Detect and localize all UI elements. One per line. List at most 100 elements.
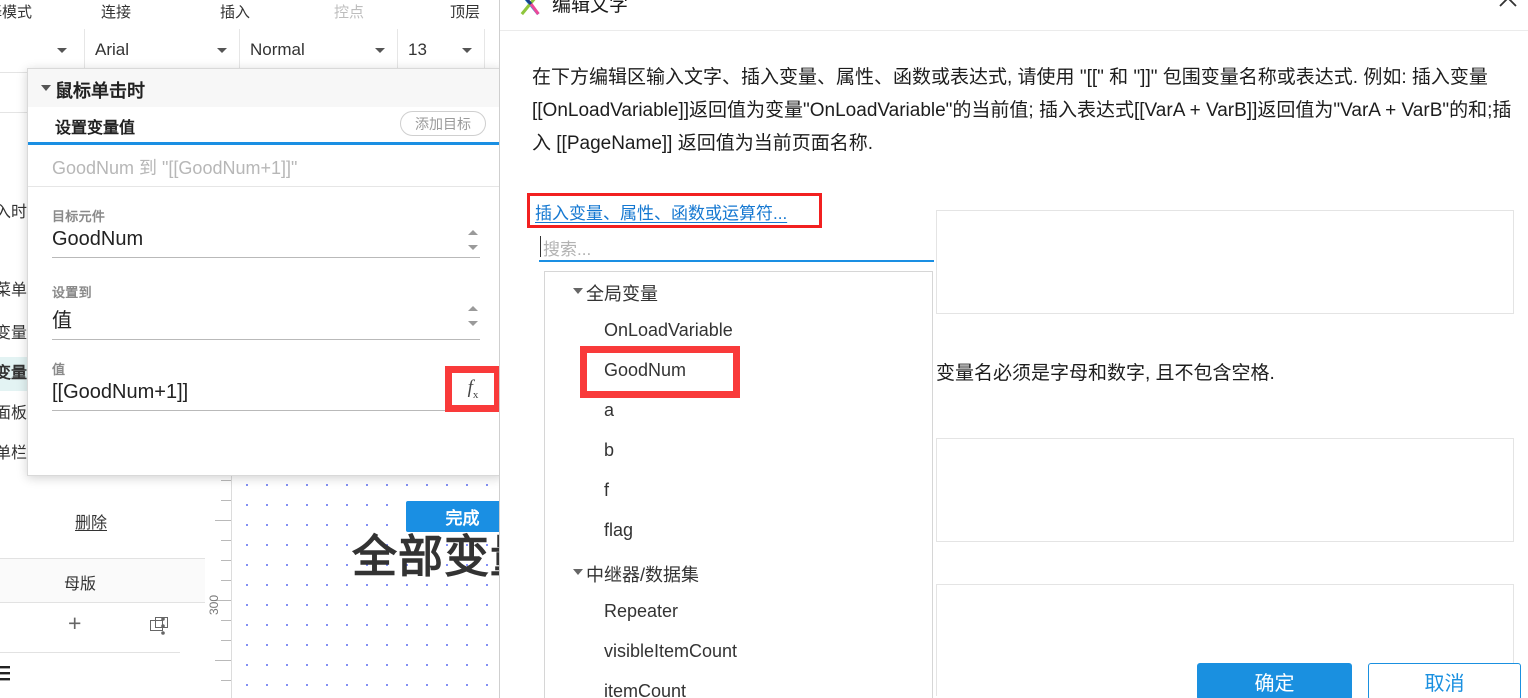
sidebar-item-contextmenu[interactable]: 右键菜单 [0, 274, 28, 308]
plus-icon[interactable]: + [68, 612, 81, 635]
hamburger-icon[interactable] [0, 665, 10, 683]
toolbar-item-label: 连接 [101, 4, 132, 21]
variable-name-note: 变量名必须是字母和数字, 且不包含空格. [936, 363, 1275, 384]
chevron-down-icon[interactable] [573, 569, 583, 575]
toolbar-item-insert[interactable]: 插入 [220, 1, 250, 22]
screen-root: 选择模式 连接 插入 控点 顶层 Arial Normal 13 [0, 0, 1528, 698]
tree-group-label: 中继器/数据集 [586, 565, 700, 585]
dialog-title: 编辑文字 [552, 0, 629, 16]
vertical-ruler: 300 [205, 470, 232, 698]
field-label: 目标元件 [52, 209, 106, 224]
insert-variable-link-highlight[interactable]: 插入变量、属性、函数或运算符... [527, 193, 822, 228]
font-family-dropdown[interactable]: Arial [85, 29, 240, 72]
fx-button-highlight[interactable]: fx [445, 366, 500, 412]
sidebar-item-show-menubar[interactable]: 显示菜单栏 [0, 437, 28, 471]
fx-icon: fx [467, 377, 479, 401]
format-toolbar: Arial Normal 13 [0, 29, 500, 73]
tree-group-label: 全局变量 [586, 284, 658, 304]
interaction-editor-popup: 鼠标单击时 设置变量值 添加目标 GoodNum 到 "[[GoodNum+1]… [27, 68, 500, 532]
divider [0, 72, 30, 73]
variable-search-input[interactable]: 搜索... [539, 233, 934, 262]
sidebar-item-onload[interactable]: 载入时 [0, 196, 28, 230]
tree-group-global-variables[interactable]: 全局变量 [545, 272, 934, 312]
ok-button[interactable]: 确定 [1197, 663, 1352, 698]
interaction-event-header[interactable]: 鼠标单击时 [28, 69, 500, 108]
masters-tab[interactable]: 母版 [0, 559, 205, 603]
sidebar-item-label: 元件库面板 [0, 405, 27, 422]
toolbar-item-label: 顶层 [450, 4, 481, 21]
field-value-wrap[interactable]: [[GoodNum+1]] [52, 381, 480, 411]
tree-item-a[interactable]: a [545, 392, 934, 432]
tree-item-label: a [604, 400, 615, 420]
tree-item-label: flag [604, 520, 634, 540]
text-caret [540, 236, 541, 257]
font-size-dropdown[interactable]: 13 [398, 29, 485, 72]
tree-item-repeater[interactable]: Repeater [545, 593, 934, 633]
search-placeholder: 搜索... [543, 240, 592, 259]
dialog-body: 在下方编辑区输入文字、插入变量、属性、函数或表达式, 请使用 "[[" 和 "]… [500, 31, 1528, 698]
font-style-dropdown[interactable]: Normal [240, 29, 398, 72]
tree-item-f[interactable]: f [545, 472, 934, 512]
dialog-description: 在下方编辑区输入文字、插入变量、属性、函数或表达式, 请使用 "[[" 和 "]… [532, 67, 1512, 154]
sidebar-item-global-variables[interactable]: 全局变量 [0, 317, 28, 351]
goodnum-highlight [580, 346, 740, 398]
dialog-footer: 确定 取消 [500, 631, 1528, 698]
masters-tab-label: 母版 [64, 576, 97, 593]
format-toolbar-overflow [485, 29, 500, 72]
toolbar-item-label: 插入 [220, 4, 251, 21]
chevron-down-icon[interactable] [41, 85, 51, 91]
chevron-down-icon [462, 48, 472, 53]
chevron-down-icon[interactable] [573, 288, 583, 294]
style-dropdown[interactable] [0, 29, 85, 72]
action-summary-text: GoodNum 到 "[[GoodNum+1]]" [52, 158, 298, 178]
sidebar-item-label: 右键菜单 [0, 282, 27, 299]
toolbar-item-label: 控点 [334, 4, 365, 21]
more-vertical-icon[interactable] [160, 616, 166, 636]
done-button[interactable]: 完成 [406, 501, 500, 532]
field-value-wrap[interactable]: 值 [52, 304, 480, 340]
toolbar-item-label: 选择模式 [0, 4, 33, 21]
stepper-icon[interactable] [468, 306, 480, 326]
divider [28, 186, 500, 187]
target-widget-field[interactable]: 目标元件 GoodNum [52, 206, 480, 258]
toolbar-item-handle: 控点 [334, 1, 364, 22]
value-field[interactable]: 值 [[GoodNum+1]] [52, 359, 480, 411]
stepper-icon[interactable] [468, 230, 480, 250]
tree-group-repeater-dataset[interactable]: 中继器/数据集 [545, 553, 934, 593]
toolbar-item-select-mode[interactable]: 选择模式 [0, 1, 32, 22]
sidebar-item-all-variables[interactable]: 全部变量 [0, 357, 28, 391]
add-target-button[interactable]: 添加目标 [400, 111, 486, 136]
field-label: 值 [52, 362, 66, 377]
field-value: [[GoodNum+1]] [52, 381, 189, 403]
interaction-event-title: 鼠标单击时 [55, 81, 145, 101]
sidebar-item-label: 显示菜单栏 [0, 445, 27, 462]
field-value-wrap[interactable]: GoodNum [52, 228, 480, 258]
ruler-label: 300 [207, 594, 221, 615]
sidebar-item-widget-panel[interactable]: 元件库面板 [0, 397, 28, 431]
toolbar-item-bring-to-front[interactable]: 顶层 [450, 1, 480, 22]
font-family-value: Arial [95, 40, 130, 59]
font-style-value: Normal [250, 40, 305, 59]
interaction-action-header: 设置变量值 添加目标 [28, 107, 500, 142]
chevron-down-icon [217, 48, 227, 53]
insert-variable-link[interactable]: 插入变量、属性、函数或运算符... [535, 199, 787, 224]
tree-item-label: OnLoadVariable [604, 320, 733, 340]
cancel-button[interactable]: 取消 [1368, 663, 1521, 698]
chevron-down-icon [375, 48, 385, 53]
sidebar-item-label: 全局变量 [0, 325, 27, 342]
delete-action-link[interactable]: 删除 [75, 509, 107, 533]
toolbar-item-connect[interactable]: 连接 [101, 1, 131, 22]
field-value: GoodNum [52, 228, 144, 250]
axure-logo-icon [520, 0, 540, 16]
text-editor-box-1[interactable] [936, 210, 1514, 314]
close-icon[interactable] [1497, 0, 1519, 9]
tree-item-flag[interactable]: flag [545, 512, 934, 552]
tree-item-b[interactable]: b [545, 432, 934, 472]
font-size-value: 13 [408, 40, 427, 59]
field-value: 值 [52, 310, 72, 332]
chevron-down-icon [57, 48, 67, 53]
text-editor-box-2[interactable] [936, 438, 1514, 542]
editor-left-pane: 选择模式 连接 插入 控点 顶层 Arial Normal 13 [0, 0, 500, 698]
action-summary-row[interactable]: GoodNum 到 "[[GoodNum+1]]" [28, 142, 500, 186]
set-to-field[interactable]: 设置到 值 [52, 282, 480, 340]
